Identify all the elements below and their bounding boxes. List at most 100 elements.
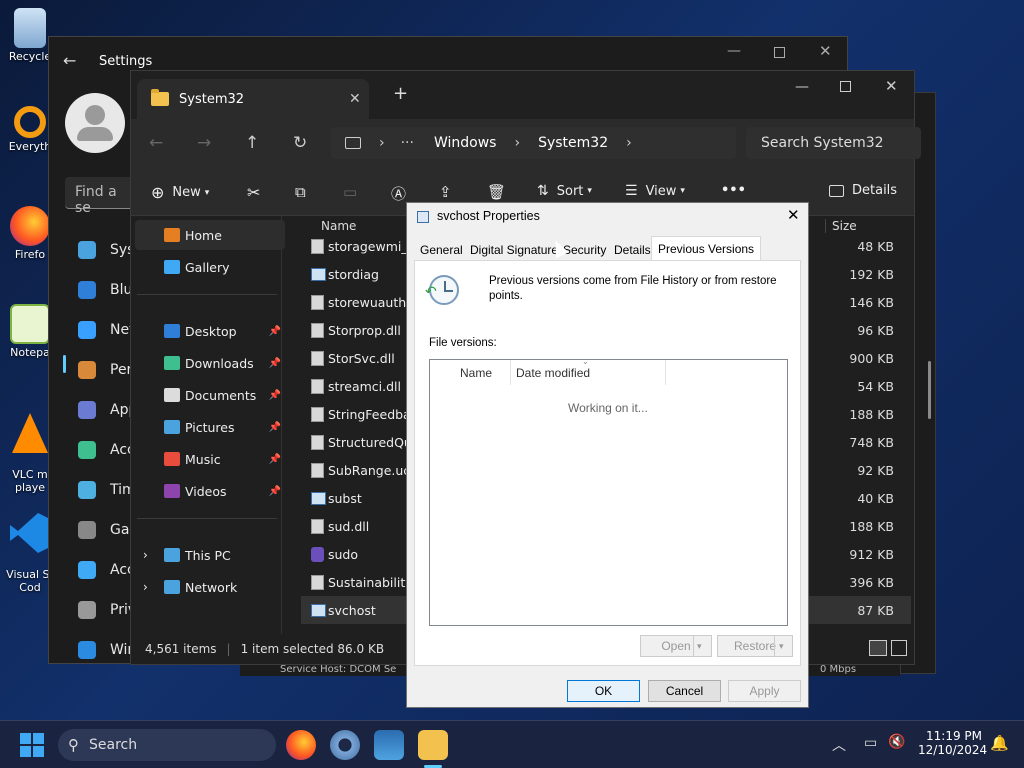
network-icon[interactable]: ▭ (864, 735, 877, 751)
nav-music[interactable]: Music 📌 (135, 444, 285, 474)
up-icon[interactable]: ↑ (245, 133, 259, 153)
view-icon: ☰ (625, 183, 638, 199)
details-view-icon[interactable] (869, 640, 887, 656)
close-button[interactable]: ✕ (787, 206, 800, 224)
tiles-view-icon[interactable] (891, 640, 907, 656)
apply-button[interactable]: Apply (728, 680, 801, 702)
file-explorer-icon[interactable] (418, 730, 448, 760)
tab-system32[interactable]: System32 ✕ (137, 79, 369, 119)
document-file-icon (311, 294, 324, 310)
nav-pictures[interactable]: Pictures 📌 (135, 412, 285, 442)
nav-videos[interactable]: Videos 📌 (135, 476, 285, 506)
pin-icon[interactable]: 📌 (269, 390, 281, 401)
minimize-button[interactable]: — (795, 79, 809, 95)
tab-previous-versions[interactable]: Previous Versions (651, 236, 762, 261)
nav-music-icon (164, 452, 180, 466)
document-file-icon (311, 378, 324, 394)
open-button[interactable]: Open ▾ (640, 635, 712, 657)
settings-category-icon (78, 241, 96, 259)
column-header-size[interactable]: Size (825, 219, 857, 233)
back-arrow-icon[interactable]: ← (63, 51, 76, 70)
nav-gallery-icon (164, 260, 180, 274)
rename-icon[interactable]: Ⓐ (391, 183, 406, 204)
more-options-button[interactable]: ••• (721, 183, 746, 198)
restore-button[interactable]: Restore ▾ (717, 635, 793, 657)
pin-icon[interactable]: 📌 (269, 422, 281, 433)
settings-category-icon (78, 321, 96, 339)
nav-downloads[interactable]: Downloads 📌 (135, 348, 285, 378)
nav-this-pc[interactable]: › This PC (135, 540, 285, 570)
paste-icon[interactable]: ▭ (343, 183, 357, 201)
minimize-button[interactable]: — (727, 43, 741, 59)
loading-text: Working on it... (568, 401, 648, 415)
nav-network[interactable]: › Network (135, 572, 285, 602)
nav-gallery[interactable]: Gallery (135, 252, 285, 282)
share-icon[interactable]: ⇪ (439, 183, 452, 201)
nav-videos-icon (164, 484, 180, 498)
settings-category-icon (78, 401, 96, 419)
chevron-right-icon[interactable]: › (143, 548, 148, 562)
scrollbar-thumb[interactable] (928, 361, 931, 419)
new-tab-button[interactable]: + (393, 83, 408, 104)
pin-icon[interactable]: 📌 (269, 326, 281, 337)
close-button[interactable]: ✕ (885, 77, 898, 95)
ok-button[interactable]: OK (567, 680, 640, 702)
nav-desktop-icon (164, 324, 180, 338)
back-icon[interactable]: ← (149, 133, 163, 153)
ellipsis-icon[interactable]: ··· (401, 135, 414, 151)
pin-icon[interactable]: 📌 (269, 486, 281, 497)
tab-general[interactable]: General (414, 239, 469, 261)
breadcrumb-system32[interactable]: System32 (538, 135, 608, 151)
taskbar-search[interactable]: ⚲ Search (58, 729, 276, 761)
nav-desktop[interactable]: Desktop 📌 (135, 316, 285, 346)
document-file-icon (311, 462, 324, 478)
maximize-button[interactable] (840, 81, 851, 92)
nav-network-icon (164, 580, 180, 594)
restore-clock-icon: ↶ (425, 275, 459, 305)
column-header-name[interactable]: Name (321, 219, 356, 233)
photos-icon[interactable] (374, 730, 404, 760)
sort-icon: ⇅ (537, 183, 549, 199)
maximize-button[interactable] (774, 47, 785, 58)
address-box[interactable]: › ··· Windows › System32 › (331, 127, 736, 159)
chevron-right-icon: › (626, 135, 632, 151)
details-pane-button[interactable]: Details (829, 183, 897, 198)
view-button[interactable]: ☰ View ▾ (625, 183, 685, 199)
file-name: streamci.dll (328, 378, 402, 394)
refresh-icon[interactable]: ↻ (293, 133, 307, 153)
sort-button[interactable]: ⇅ Sort ▾ (537, 183, 592, 199)
settings-gear-icon[interactable] (330, 730, 360, 760)
file-versions-list[interactable]: Name Date modified ⌄ Working on it... (429, 357, 788, 626)
address-bar-row: ← → ↑ ↻ › ··· Windows › System32 › Searc… (131, 119, 921, 171)
chevron-down-icon: ▾ (204, 187, 210, 198)
settings-search-input[interactable]: Find a se (65, 177, 135, 216)
copy-icon[interactable]: ⧉ (295, 183, 306, 201)
delete-icon[interactable]: 🗑 (487, 183, 506, 201)
forward-icon[interactable]: → (197, 133, 211, 153)
new-button[interactable]: ⊕ New ▾ (151, 183, 209, 202)
column-header-date-modified[interactable]: Date modified (516, 366, 590, 380)
nav-documents[interactable]: Documents 📌 (135, 380, 285, 410)
nav-home[interactable]: Home (135, 220, 285, 250)
breadcrumb-windows[interactable]: Windows (434, 135, 497, 151)
close-button[interactable]: ✕ (819, 42, 832, 60)
chevron-right-icon: › (379, 135, 385, 151)
tab-details[interactable]: Details (608, 239, 657, 261)
chevron-right-icon[interactable]: › (143, 580, 148, 594)
cut-icon[interactable]: ✂ (247, 183, 260, 202)
column-header-name[interactable]: Name (460, 366, 492, 380)
start-button[interactable] (20, 733, 44, 757)
search-input[interactable]: Search System32 (746, 127, 921, 159)
shield-icon (311, 546, 324, 562)
folder-icon (151, 89, 169, 106)
notification-bell-icon[interactable]: 🔔 (990, 734, 1009, 752)
settings-category-icon (78, 481, 96, 499)
volume-muted-icon[interactable]: 🔇 (888, 734, 905, 750)
close-tab-icon[interactable]: ✕ (349, 91, 361, 107)
firefox-icon[interactable] (286, 730, 316, 760)
chevron-up-icon[interactable]: ︿ (832, 735, 846, 755)
pin-icon[interactable]: 📌 (269, 454, 281, 465)
cancel-button[interactable]: Cancel (648, 680, 721, 702)
clock[interactable]: 11:19 PM 12/10/2024 (918, 729, 987, 757)
pin-icon[interactable]: 📌 (269, 358, 281, 369)
